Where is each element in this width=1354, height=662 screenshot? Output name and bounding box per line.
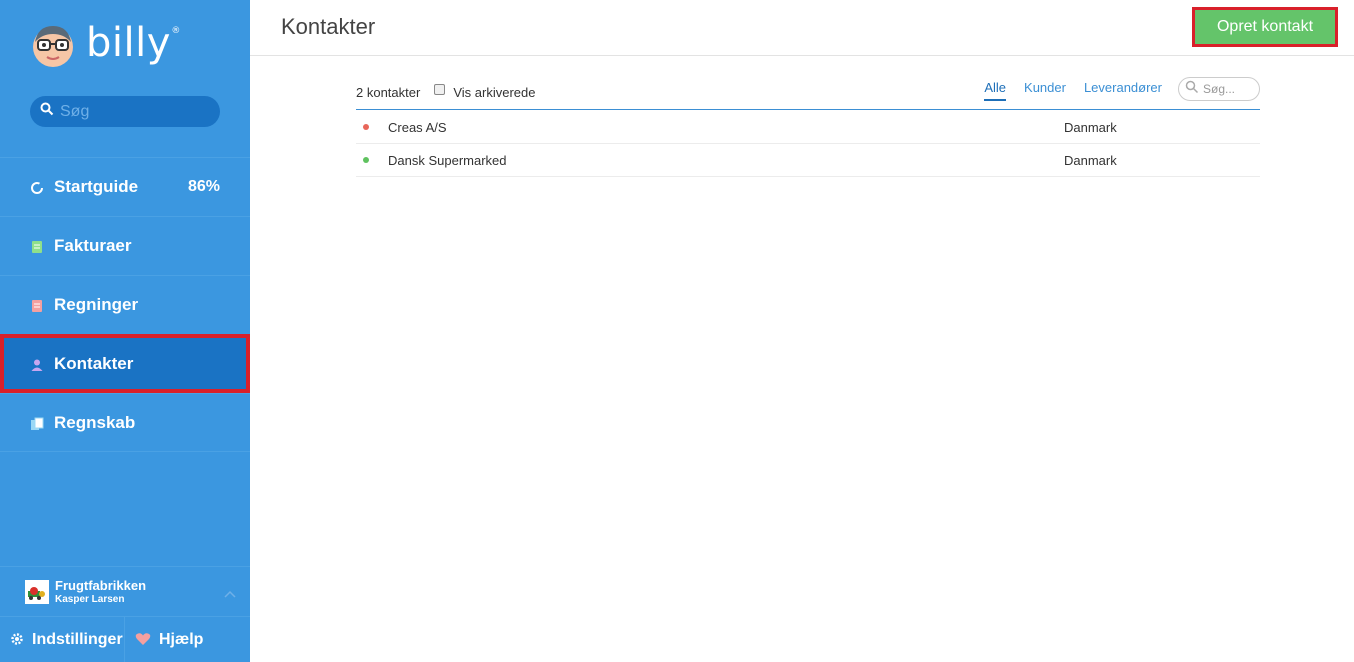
sidebar-item-startguide[interactable]: Startguide 86% <box>0 157 250 216</box>
sidebar-item-label: Kontakter <box>54 354 134 373</box>
help-button[interactable]: Hjælp <box>125 617 203 662</box>
contact-country: Danmark <box>1064 119 1117 135</box>
organization-name: Frugtfabrikken <box>55 578 147 594</box>
help-label: Hjælp <box>159 631 204 648</box>
sidebar-footer: Indstillinger Hjælp <box>0 616 250 662</box>
sidebar: billy® Startguide 86% Fakturaer Regninge… <box>0 0 250 662</box>
chevron-up-icon[interactable] <box>224 587 236 601</box>
organization-logo-icon <box>25 579 49 604</box>
contact-name: Creas A/S <box>388 119 447 135</box>
search-icon <box>1185 80 1199 99</box>
filter-tabs: Alle Kunder Leverandører <box>966 76 1162 110</box>
contacts-list: Creas A/S Danmark Dansk Supermarked Danm… <box>356 111 1260 177</box>
sidebar-item-kontakter[interactable]: Kontakter <box>0 334 250 393</box>
sidebar-item-fakturaer[interactable]: Fakturaer <box>0 216 250 275</box>
organization-switcher[interactable]: Frugtfabrikken Kasper Larsen <box>0 566 250 616</box>
filter-customers[interactable]: Kunder <box>1024 76 1066 110</box>
bill-icon <box>30 298 44 312</box>
sidebar-item-label: Startguide <box>54 177 139 196</box>
page-header: Kontakter Opret kontakt <box>250 0 1354 56</box>
billy-mascot-icon <box>30 22 76 68</box>
status-dot <box>363 157 369 163</box>
sidebar-search[interactable] <box>30 96 220 127</box>
settings-button[interactable]: Indstillinger <box>0 617 125 662</box>
settings-label: Indstillinger <box>32 631 123 648</box>
contacts-search-input[interactable] <box>1203 82 1255 96</box>
sidebar-item-label: Fakturaer <box>54 236 132 255</box>
table-row[interactable]: Dansk Supermarked Danmark <box>356 144 1260 177</box>
show-archived-toggle[interactable]: Vis arkiverede <box>434 84 536 100</box>
status-dot <box>363 124 369 130</box>
filter-suppliers[interactable]: Leverandører <box>1084 76 1162 110</box>
table-row[interactable]: Creas A/S Danmark <box>356 111 1260 144</box>
heart-icon <box>135 632 151 649</box>
sidebar-item-label: Regninger <box>54 295 139 314</box>
contacts-count: 2 kontakter <box>356 85 421 100</box>
filter-all[interactable]: Alle <box>984 76 1006 110</box>
invoice-icon <box>30 239 44 253</box>
ledger-icon <box>30 416 44 430</box>
contact-country: Danmark <box>1064 152 1117 168</box>
sidebar-nav: Startguide 86% Fakturaer Regninger Konta… <box>0 157 250 452</box>
search-icon <box>40 102 54 121</box>
progress-ring-icon <box>30 180 44 194</box>
contacts-search[interactable] <box>1178 77 1260 101</box>
brand-name: billy ® <box>86 20 181 66</box>
sidebar-item-regninger[interactable]: Regninger <box>0 275 250 334</box>
sidebar-item-regnskab[interactable]: Regnskab <box>0 393 250 452</box>
brand-logo[interactable]: billy ® <box>30 20 181 70</box>
sidebar-search-input[interactable] <box>60 102 210 121</box>
progress-badge: 86% <box>187 178 220 195</box>
contacts-toolbar: 2 kontakter Vis arkiverede Alle Kunder L… <box>356 76 1260 110</box>
sidebar-item-label: Regnskab <box>54 412 136 432</box>
user-name: Kasper Larsen <box>55 593 125 605</box>
person-icon <box>30 357 44 371</box>
registered-mark: ® <box>171 26 181 36</box>
page-title: Kontakter <box>281 14 376 39</box>
show-archived-label: Vis arkiverede <box>453 85 536 100</box>
organization-info: Frugtfabrikken Kasper Larsen <box>55 578 146 605</box>
create-contact-button[interactable]: Opret kontakt <box>1192 7 1338 47</box>
gear-icon <box>10 632 24 649</box>
contact-name: Dansk Supermarked <box>388 152 507 168</box>
show-archived-checkbox[interactable] <box>434 84 446 95</box>
